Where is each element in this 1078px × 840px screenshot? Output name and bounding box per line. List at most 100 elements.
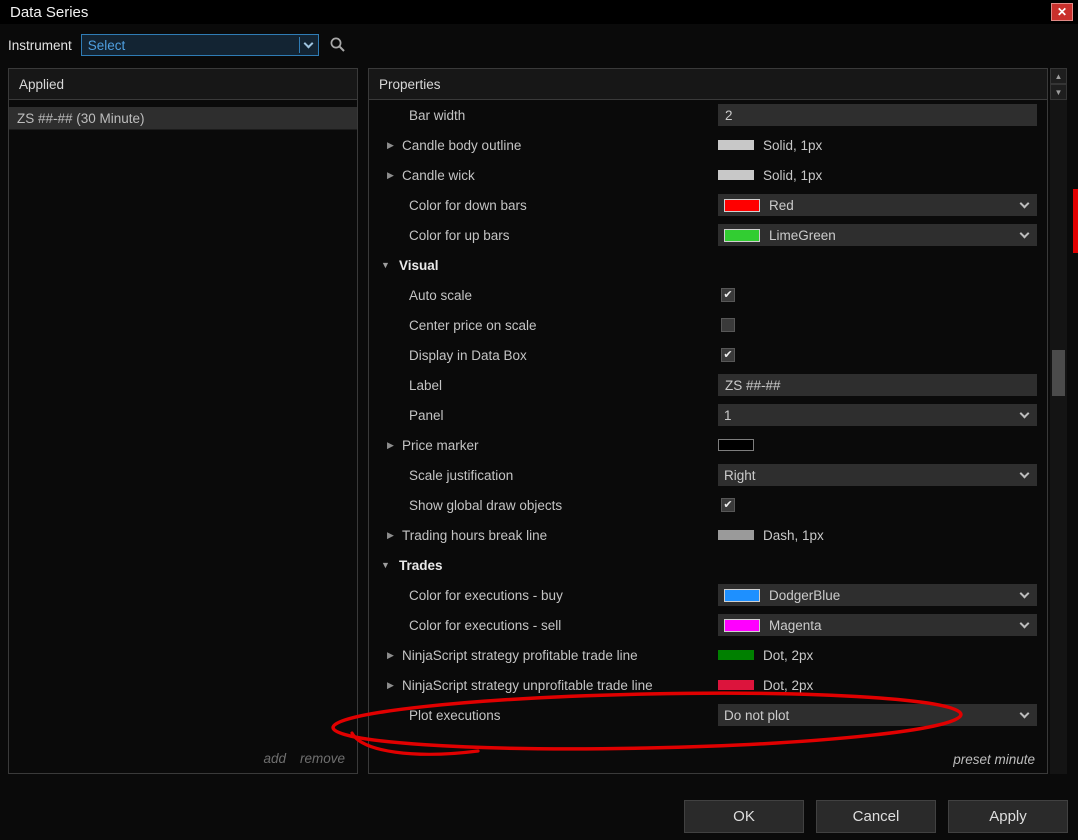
property-value-cell: Magenta: [714, 610, 1047, 640]
color-dropdown[interactable]: LimeGreen: [718, 224, 1037, 246]
chevron-down-icon[interactable]: [300, 36, 318, 54]
checkbox[interactable]: ✔: [721, 498, 735, 512]
property-row[interactable]: Panel 1: [369, 400, 1047, 430]
expander-icon[interactable]: ▶: [387, 140, 402, 151]
property-value-cell: [714, 250, 1047, 280]
color-dropdown[interactable]: Red: [718, 194, 1037, 216]
property-row[interactable]: ▶ Candle body outline Solid, 1px: [369, 130, 1047, 160]
close-button[interactable]: ✕: [1051, 3, 1073, 21]
color-swatch: [724, 618, 760, 632]
property-row[interactable]: ▶ Trading hours break line Dash, 1px: [369, 520, 1047, 550]
property-row[interactable]: Show global draw objects ✔: [369, 490, 1047, 520]
cancel-button[interactable]: Cancel: [816, 800, 936, 833]
instrument-toolbar: Instrument Select: [8, 33, 347, 57]
property-category-row[interactable]: ▼ Visual: [369, 250, 1047, 280]
property-row[interactable]: Color for executions - buy DodgerBlue: [369, 580, 1047, 610]
property-category-row[interactable]: ▼ Trades: [369, 550, 1047, 580]
instrument-label: Instrument: [8, 37, 72, 53]
property-label: Show global draw objects: [409, 497, 563, 513]
property-label: Trades: [399, 557, 443, 573]
property-value-cell: ✔: [714, 490, 1047, 520]
scrollbar-thumb[interactable]: [1052, 350, 1065, 396]
checkbox[interactable]: ✔: [721, 348, 735, 362]
property-label: Label: [409, 377, 443, 393]
color-swatch: [724, 588, 760, 602]
chevron-down-icon: [1015, 226, 1033, 244]
property-row[interactable]: Color for executions - sell Magenta: [369, 610, 1047, 640]
property-label-cell: Center price on scale: [369, 310, 714, 340]
expander-icon[interactable]: ▶: [387, 650, 402, 661]
expander-icon[interactable]: ▶: [387, 680, 402, 691]
property-value-cell: [714, 550, 1047, 580]
preset-link[interactable]: preset minute: [953, 752, 1035, 767]
property-row[interactable]: Label ZS ##-##: [369, 370, 1047, 400]
chevron-down-icon: [1015, 466, 1033, 484]
property-label-cell: ▶ Candle wick: [369, 160, 714, 190]
text-input[interactable]: 2: [718, 104, 1037, 126]
value-dropdown[interactable]: 1: [718, 404, 1037, 426]
color-swatch[interactable]: [718, 439, 754, 451]
apply-button[interactable]: Apply: [948, 800, 1068, 833]
instrument-combobox[interactable]: Select: [80, 34, 319, 56]
chevron-down-icon: [1015, 406, 1033, 424]
line-style-label: Dot, 2px: [763, 677, 814, 693]
property-row[interactable]: ▶ Price marker: [369, 430, 1047, 460]
property-row[interactable]: Auto scale ✔: [369, 280, 1047, 310]
properties-scrollbar[interactable]: ▲ ▼: [1050, 68, 1067, 774]
text-input[interactable]: ZS ##-##: [718, 374, 1037, 396]
property-row[interactable]: Color for up bars LimeGreen: [369, 220, 1047, 250]
property-row[interactable]: ▶ NinjaScript strategy unprofitable trade…: [369, 670, 1047, 700]
add-link[interactable]: add: [263, 751, 286, 766]
property-value-cell: Red: [714, 190, 1047, 220]
property-row[interactable]: ▶ NinjaScript strategy profitable trade l…: [369, 640, 1047, 670]
property-row[interactable]: Center price on scale: [369, 310, 1047, 340]
expander-open-icon[interactable]: ▼: [381, 260, 399, 270]
property-label: Trading hours break line: [402, 527, 548, 543]
property-label: Candle wick: [402, 167, 475, 183]
color-dropdown[interactable]: Magenta: [718, 614, 1037, 636]
property-value-cell: DodgerBlue: [714, 580, 1047, 610]
window-title: Data Series: [10, 3, 89, 21]
property-value-cell: Dot, 2px: [714, 640, 1047, 670]
value-dropdown[interactable]: Do not plot: [718, 704, 1037, 726]
property-row[interactable]: Scale justification Right: [369, 460, 1047, 490]
properties-rows: Bar width 2 ▶ Candle body outline Solid, 1px…: [369, 100, 1047, 730]
chevron-down-icon: [1015, 616, 1033, 634]
property-row[interactable]: Color for down bars Red: [369, 190, 1047, 220]
remove-link[interactable]: remove: [300, 751, 345, 766]
expander-icon[interactable]: ▶: [387, 170, 402, 181]
property-row[interactable]: Display in Data Box ✔: [369, 340, 1047, 370]
property-label: Panel: [409, 407, 444, 423]
expander-open-icon[interactable]: ▼: [381, 560, 399, 570]
data-series-dialog: Data Series ✕ Instrument Select Applied …: [0, 0, 1078, 840]
line-style-label: Dash, 1px: [763, 527, 824, 543]
checkbox[interactable]: ✔: [721, 288, 735, 302]
property-value-cell: ZS ##-##: [714, 370, 1047, 400]
color-dropdown[interactable]: DodgerBlue: [718, 584, 1037, 606]
ok-button[interactable]: OK: [684, 800, 804, 833]
applied-list-item[interactable]: ZS ##-## (30 Minute): [9, 107, 357, 130]
property-row[interactable]: Plot executions Do not plot: [369, 700, 1047, 730]
property-label: Display in Data Box: [409, 347, 527, 363]
property-label-cell: Plot executions: [369, 700, 714, 730]
property-label: Color for executions - sell: [409, 617, 562, 633]
property-label: Color for up bars: [409, 227, 510, 243]
property-value-cell: Do not plot: [714, 700, 1047, 730]
property-row[interactable]: Bar width 2: [369, 100, 1047, 130]
expander-icon[interactable]: ▶: [387, 530, 402, 541]
dropdown-value: Do not plot: [724, 707, 790, 723]
property-label-cell: ▶ Candle body outline: [369, 130, 714, 160]
applied-actions: add remove: [263, 751, 345, 766]
property-row[interactable]: ▶ Candle wick Solid, 1px: [369, 160, 1047, 190]
property-value-cell: 1: [714, 400, 1047, 430]
property-value-cell: Solid, 1px: [714, 160, 1047, 190]
instrument-search-button[interactable]: [329, 36, 347, 54]
property-value-cell: Dot, 2px: [714, 670, 1047, 700]
checkbox[interactable]: [721, 318, 735, 332]
scroll-down-button[interactable]: ▼: [1050, 84, 1067, 100]
expander-icon[interactable]: ▶: [387, 440, 402, 451]
value-dropdown[interactable]: Right: [718, 464, 1037, 486]
property-value-cell: 2: [714, 100, 1047, 130]
property-label-cell: Color for down bars: [369, 190, 714, 220]
scroll-up-button[interactable]: ▲: [1050, 68, 1067, 84]
